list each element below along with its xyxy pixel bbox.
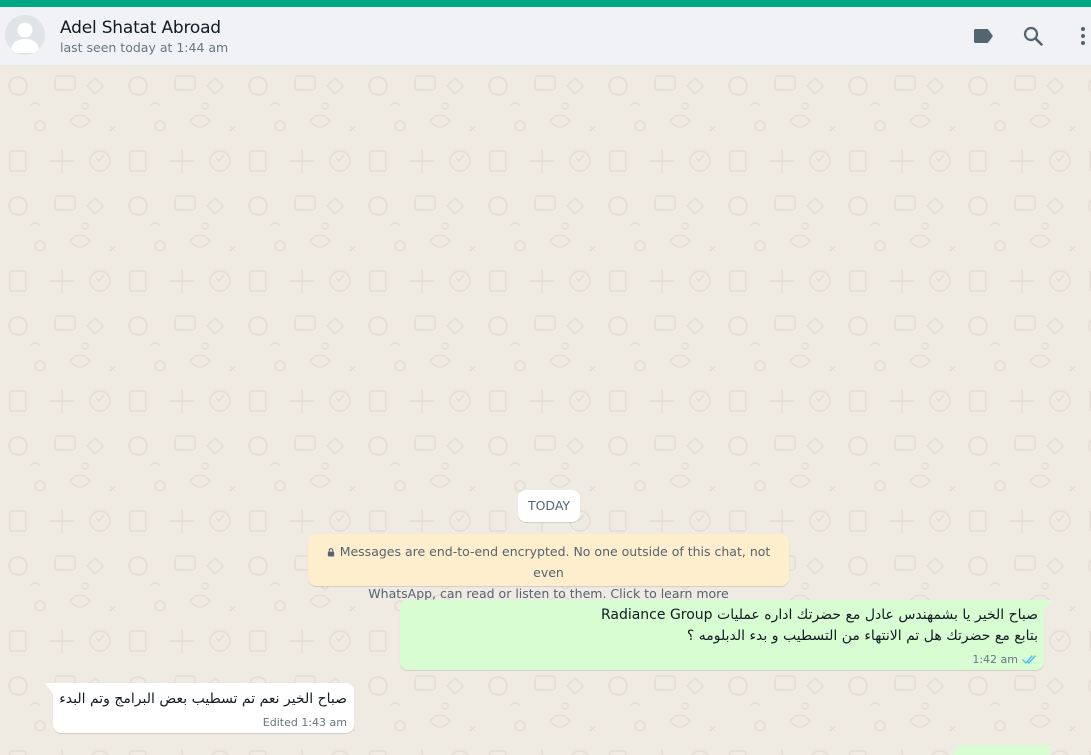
avatar[interactable] [5,15,45,55]
bubble-tail [45,683,53,694]
message-text: صباح الخير نعم تم تسطيب بعض البرامج وتم … [59,691,347,707]
search-icon[interactable] [1021,24,1045,48]
outgoing-message-partial[interactable] [954,745,1050,755]
chat-header: Adel Shatat Abroad last seen today at 1:… [0,7,1091,66]
menu-icon[interactable] [1071,24,1091,48]
label-icon[interactable] [971,24,995,48]
date-divider: TODAY [518,490,580,522]
top-accent-bar [0,0,1091,7]
double-check-icon [1022,655,1036,665]
contact-last-seen: last seen today at 1:44 am [60,40,229,55]
encryption-notice-line1: Messages are end-to-end encrypted. No on… [339,544,771,580]
contact-name[interactable]: Adel Shatat Abroad [60,18,221,38]
message-text: صباح الخير يا بشمهندس عادل مع حضرتك ادار… [418,605,1038,647]
message-time: Edited 1:43 am [262,716,347,729]
incoming-message[interactable]: صباح الخير نعم تم تسطيب بعض البرامج وتم … [45,683,354,733]
lock-icon [327,548,334,557]
bubble-tail [1044,600,1052,611]
message-line-2: بتابع مع حضرتك هل تم الانتهاء من التسطيب… [686,628,1038,644]
default-avatar-icon [5,15,45,55]
message-time: 1:42 am [972,653,1018,666]
outgoing-message[interactable]: صباح الخير يا بشمهندس عادل مع حضرتك ادار… [400,600,1052,670]
encryption-notice[interactable]: Messages are end-to-end encrypted. No on… [308,534,789,601]
message-meta: 1:42 am [972,653,1038,666]
chat-area[interactable]: TODAY Messages are end-to-end encrypted.… [0,66,1091,755]
message-line-1: صباح الخير يا بشمهندس عادل مع حضرتك ادار… [600,607,1038,623]
